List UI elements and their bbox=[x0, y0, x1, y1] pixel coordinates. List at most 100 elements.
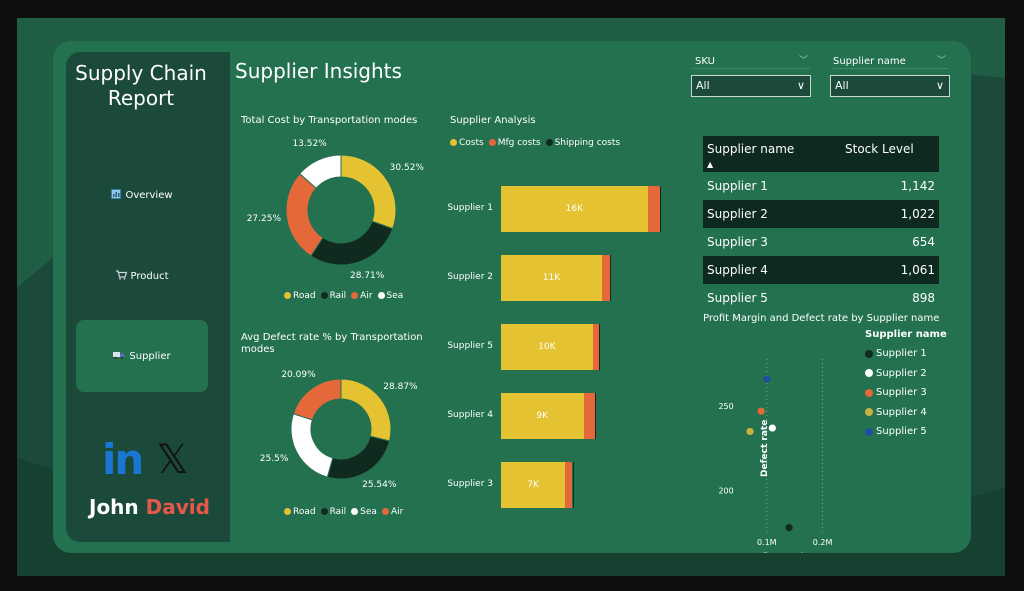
defect-donut-title: Avg Defect rate % by Transportation mode… bbox=[241, 332, 423, 355]
defect-donut-legend-air[interactable]: Air bbox=[381, 507, 404, 517]
scatter-legend: Supplier name Supplier 1 Supplier 2 Suppli… bbox=[865, 329, 947, 442]
defect-donut-slice-sea[interactable] bbox=[290, 413, 334, 478]
table-row[interactable]: Supplier 5 898 bbox=[703, 284, 939, 312]
scatter-point-supplier-5[interactable] bbox=[763, 375, 771, 383]
cost-donut-legend-rail[interactable]: Rail bbox=[320, 291, 346, 301]
bar-segment-shipping-costs[interactable] bbox=[594, 393, 596, 439]
supplier-analysis-legend-mfg-costs[interactable]: Mfg costs bbox=[488, 138, 541, 148]
profit-defect-scatter: 0.1M 0.2M 200 250 Defect rate Profit Margin bbox=[718, 359, 833, 553]
legend-label: Supplier 3 bbox=[876, 387, 927, 399]
scatter-point-supplier-2[interactable] bbox=[768, 424, 776, 432]
supplier-filter-dropdown[interactable]: All ∨ bbox=[830, 75, 950, 97]
bar-segment-mfg-costs[interactable] bbox=[583, 393, 595, 439]
bar-category-label: Supplier 5 bbox=[447, 341, 493, 351]
cost-donut-legend-sea[interactable]: Sea bbox=[377, 291, 403, 301]
legend-swatch bbox=[320, 508, 328, 515]
nav-supplier[interactable]: Supplier bbox=[76, 320, 208, 392]
cell-stock-level: 1,061 bbox=[900, 263, 935, 277]
legend-swatch bbox=[545, 139, 553, 146]
cost-donut-legend: Road Rail Air Sea bbox=[284, 291, 403, 301]
nav-supplier-label: Supplier bbox=[129, 350, 171, 362]
bar-segment-shipping-costs[interactable] bbox=[599, 324, 600, 370]
cost-donut-legend-road[interactable]: Road bbox=[284, 291, 316, 301]
scatter-legend-supplier-4[interactable]: Supplier 4 bbox=[865, 403, 947, 423]
scatter-legend-supplier-5[interactable]: Supplier 5 bbox=[865, 422, 947, 442]
legend-swatch bbox=[377, 292, 385, 299]
legend-label: Supplier 5 bbox=[876, 426, 927, 438]
legend-swatch bbox=[284, 292, 291, 299]
nav-product[interactable]: Product bbox=[76, 240, 208, 312]
cost-donut-legend-air[interactable]: Air bbox=[351, 291, 373, 301]
bar-segment-mfg-costs[interactable] bbox=[601, 255, 611, 301]
page-title: Supplier Insights bbox=[235, 59, 402, 83]
y-tick-label: 250 bbox=[718, 402, 733, 411]
legend-swatch bbox=[488, 139, 496, 146]
supplier-filter-label-text: Supplier name bbox=[833, 56, 906, 67]
x-logo-icon[interactable]: 𝕏 bbox=[156, 439, 188, 481]
bar-category-label: Supplier 4 bbox=[447, 410, 493, 420]
scatter-legend-supplier-2[interactable]: Supplier 2 bbox=[865, 364, 947, 384]
report-card: Supply Chain Report Overview Product Sup… bbox=[53, 41, 971, 553]
supplier-analysis-legend-costs[interactable]: Costs bbox=[450, 138, 484, 148]
cost-donut-data-label-rail: 28.71% bbox=[350, 271, 385, 282]
chevron-down-icon[interactable]: ﹀ bbox=[799, 55, 808, 68]
table-row[interactable]: Supplier 4 1,061 bbox=[703, 256, 939, 284]
legend-label: Rail bbox=[329, 507, 347, 517]
legend-label: Air bbox=[390, 507, 404, 517]
legend-swatch bbox=[351, 292, 359, 299]
cell-stock-level: 654 bbox=[912, 235, 935, 249]
bar-segment-shipping-costs[interactable] bbox=[572, 462, 574, 508]
author-first-name: John bbox=[89, 495, 139, 519]
dashboard-icon bbox=[111, 188, 122, 202]
scatter-legend-supplier-3[interactable]: Supplier 3 bbox=[865, 383, 947, 403]
sku-filter-label: SKU ﹀ bbox=[693, 55, 810, 69]
scatter-legend-supplier-1[interactable]: Supplier 1 bbox=[865, 344, 947, 364]
author-last-name: David bbox=[145, 495, 210, 519]
scatter-point-supplier-1[interactable] bbox=[785, 524, 793, 532]
cost-donut-slice-road[interactable] bbox=[340, 154, 397, 230]
defect-donut-legend-rail[interactable]: Rail bbox=[320, 507, 347, 517]
cell-supplier-name: Supplier 3 bbox=[707, 235, 768, 249]
legend-swatch bbox=[284, 508, 291, 515]
cost-donut-slice-rail[interactable] bbox=[310, 220, 394, 266]
sku-filter-dropdown[interactable]: All ∨ bbox=[691, 75, 811, 97]
bar-segment-shipping-costs[interactable] bbox=[659, 186, 661, 232]
scatter-point-supplier-4[interactable] bbox=[746, 427, 754, 436]
report-title: Supply Chain Report bbox=[75, 61, 207, 110]
defect-donut-legend-road[interactable]: Road bbox=[284, 507, 316, 517]
table-row[interactable]: Supplier 1 1,142 bbox=[703, 172, 939, 200]
truck-icon bbox=[113, 350, 125, 363]
legend-label: Air bbox=[360, 291, 373, 301]
legend-label: Supplier 2 bbox=[876, 367, 927, 379]
defect-donut-data-label-sea: 25.5% bbox=[259, 454, 289, 465]
column-header-supplier[interactable]: Supplier name bbox=[707, 140, 794, 158]
defect-donut-slice-rail[interactable] bbox=[326, 435, 391, 480]
bar-segment-shipping-costs[interactable] bbox=[610, 255, 612, 301]
table-row[interactable]: Supplier 2 1,022 bbox=[703, 200, 939, 228]
legend-label: Shipping costs bbox=[554, 138, 621, 148]
author-name: John David bbox=[89, 495, 210, 519]
y-axis-label: Defect rate bbox=[760, 420, 770, 477]
defect-donut-chart bbox=[290, 378, 392, 480]
bar-segment-mfg-costs[interactable] bbox=[565, 462, 573, 508]
dashboard-background: Supply Chain Report Overview Product Sup… bbox=[17, 18, 1005, 576]
chevron-down-icon[interactable]: ﹀ bbox=[937, 55, 946, 68]
table-row[interactable]: Supplier 3 654 bbox=[703, 228, 939, 256]
table-header-row: Supplier name ▲ Stock Level bbox=[703, 136, 939, 172]
cell-supplier-name: Supplier 4 bbox=[707, 263, 768, 277]
linkedin-icon[interactable]: in bbox=[102, 439, 144, 481]
bar-segment-mfg-costs[interactable] bbox=[647, 186, 660, 232]
x-tick-label: 0.2M bbox=[813, 538, 833, 547]
defect-donut-data-label-road: 28.87% bbox=[383, 382, 418, 393]
social-links: in 𝕏 bbox=[102, 439, 189, 482]
defect-donut-legend-sea[interactable]: Sea bbox=[351, 507, 377, 517]
defect-donut-slice-air[interactable] bbox=[292, 378, 342, 421]
legend-swatch bbox=[381, 508, 389, 515]
legend-swatch bbox=[450, 139, 457, 146]
supplier-analysis-legend-shipping-costs[interactable]: Shipping costs bbox=[545, 138, 621, 148]
nav-overview[interactable]: Overview bbox=[76, 159, 208, 231]
x-tick-label: 0.1M bbox=[757, 538, 777, 547]
scatter-point-supplier-3[interactable] bbox=[757, 407, 765, 415]
chevron-down-icon: ∨ bbox=[796, 79, 805, 92]
column-header-stock[interactable]: Stock Level bbox=[845, 140, 914, 158]
